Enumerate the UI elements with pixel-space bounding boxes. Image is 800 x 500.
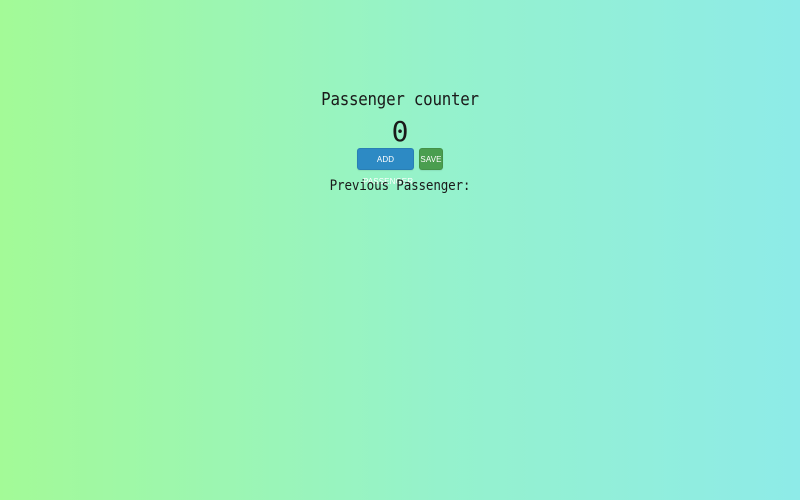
controls: ADD PASSENGER SAVE xyxy=(0,148,800,186)
passenger-counter-app: Passenger counter 0 ADD PASSENGER SAVE P… xyxy=(0,88,800,195)
previous-passenger-label: Previous Passenger: xyxy=(329,178,471,194)
add-passenger-button[interactable]: ADD PASSENGER xyxy=(357,148,414,186)
passenger-count: 0 xyxy=(391,115,409,148)
page-title: Passenger counter xyxy=(321,89,479,110)
save-button[interactable]: SAVE xyxy=(419,148,443,170)
